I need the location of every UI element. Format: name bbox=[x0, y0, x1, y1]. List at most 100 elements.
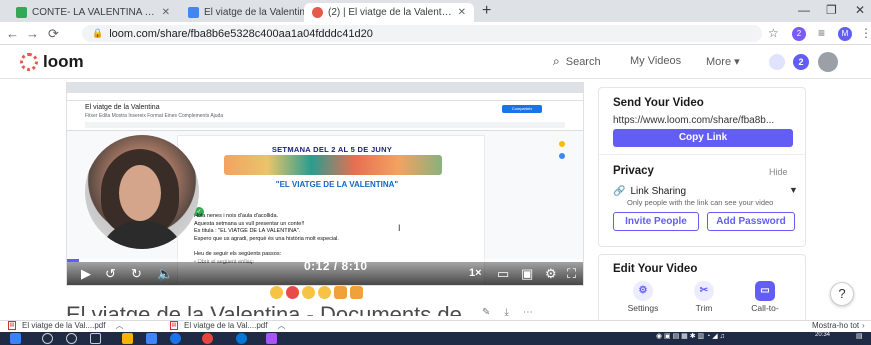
address-bar: ← → ⟳ 🔒 loom.com/share/fba8b6e5328c400aa… bbox=[0, 22, 871, 45]
forward-icon[interactable]: ↻ bbox=[131, 266, 142, 282]
tab-loom[interactable]: (2) | El viatge de la Valentina - Di ✕ bbox=[304, 3, 474, 22]
recorded-docs-toolbar: El viatge de la Valentina Fitxer Edita M… bbox=[67, 101, 583, 131]
avatar[interactable] bbox=[818, 52, 838, 72]
notification-center-icon[interactable]: ▤ bbox=[856, 332, 863, 340]
clock-time: 20:34 bbox=[815, 332, 831, 338]
smile-emoji-icon[interactable] bbox=[270, 286, 283, 299]
chrome-active-icon[interactable] bbox=[202, 333, 213, 344]
help-button[interactable]: ? bbox=[830, 282, 854, 306]
chevron-up-icon[interactable]: ︿ bbox=[115, 320, 123, 331]
download-item[interactable]: ▤ El viatge de la Val....pdf ︿ bbox=[8, 320, 123, 331]
link-sharing-select[interactable]: 🔗 Link Sharing bbox=[613, 186, 686, 197]
settings-icon[interactable]: ⚙ bbox=[545, 266, 557, 282]
download-filename: El viatge de la Val....pdf bbox=[22, 321, 106, 330]
miniplayer-icon[interactable]: ▣ bbox=[521, 266, 533, 282]
video-player[interactable]: El viatge de la Valentina Fitxer Edita M… bbox=[66, 82, 584, 286]
lock-icon: 🔒 bbox=[92, 28, 104, 38]
settings-tool-label[interactable]: Settings bbox=[618, 303, 668, 313]
privacy-heading: Privacy bbox=[613, 165, 654, 177]
downloads-bar: ▤ El viatge de la Val....pdf ︿ ▤ El viat… bbox=[0, 320, 871, 332]
my-videos-link[interactable]: My Videos bbox=[630, 55, 681, 67]
windows-start-icon[interactable] bbox=[10, 333, 21, 344]
more-menu[interactable]: More ▾ bbox=[706, 55, 740, 68]
captions-icon[interactable]: ▭ bbox=[497, 266, 509, 282]
cta-icon[interactable]: ▭ bbox=[755, 281, 775, 301]
url-field[interactable]: 🔒 loom.com/share/fba8b6e5328c400aa1a04fd… bbox=[82, 25, 762, 42]
share-panel-heading: Send Your Video bbox=[613, 97, 704, 109]
copy-link-button[interactable]: Copy Link bbox=[613, 129, 793, 147]
back-icon[interactable]: ← bbox=[6, 26, 19, 41]
chrome-icon[interactable] bbox=[170, 333, 181, 344]
link-icon: 🔗 bbox=[613, 186, 626, 197]
download-filename: El viatge de la Val....pdf bbox=[184, 321, 268, 330]
reload-icon[interactable]: ⟳ bbox=[48, 26, 59, 42]
edge-icon[interactable] bbox=[236, 333, 247, 344]
link-sharing-label: Link Sharing bbox=[630, 186, 687, 197]
close-icon[interactable]: ✕ bbox=[458, 7, 466, 18]
close-icon[interactable]: ✕ bbox=[162, 7, 170, 18]
minimize-icon[interactable]: — bbox=[798, 3, 810, 17]
close-window-icon[interactable]: ✕ bbox=[855, 3, 865, 17]
show-all-downloads-button[interactable]: Mostra-ho tot bbox=[812, 321, 859, 330]
search-icon[interactable] bbox=[42, 333, 53, 344]
extension-badge-icon[interactable]: 2 bbox=[792, 27, 806, 41]
hands-emoji-icon[interactable] bbox=[318, 286, 331, 299]
profile-icon[interactable]: M bbox=[838, 27, 852, 41]
reading-list-icon[interactable]: ≡ bbox=[818, 26, 825, 40]
search-icon: ⌕ bbox=[553, 54, 560, 68]
children-banner-image bbox=[224, 155, 442, 175]
chevron-down-icon[interactable]: ▼ bbox=[789, 185, 798, 195]
task-view-icon[interactable] bbox=[90, 333, 101, 344]
loom-header: loom ⌕ Search My Videos More ▾ 2 bbox=[0, 45, 871, 79]
cortana-icon[interactable] bbox=[66, 333, 77, 344]
close-icon[interactable]: › bbox=[862, 321, 865, 330]
share-url[interactable]: https://www.loom.com/share/fba8b... bbox=[613, 115, 774, 126]
file-explorer-icon[interactable] bbox=[122, 333, 133, 344]
notifications-icon[interactable]: 2 bbox=[793, 54, 809, 70]
download-icon[interactable]: ⤓ bbox=[504, 307, 508, 318]
star-icon[interactable]: ☆ bbox=[768, 26, 779, 40]
maximize-icon[interactable]: ❐ bbox=[826, 3, 837, 17]
chevron-up-icon[interactable]: ︿ bbox=[277, 320, 285, 331]
tab-conte[interactable]: CONTE- LA VALENTINA VA DE V ✕ bbox=[8, 3, 178, 22]
doc-line: Hola nenes i nois d'aula d'acollida. bbox=[194, 213, 279, 219]
rewind-icon[interactable]: ↺ bbox=[105, 266, 116, 282]
link-sharing-note: Only people with the link can see your v… bbox=[627, 198, 774, 207]
mail-icon[interactable] bbox=[146, 333, 157, 344]
volume-icon[interactable]: 🔈 bbox=[157, 266, 173, 282]
gear-icon[interactable]: ⚙ bbox=[633, 281, 653, 301]
clock: 20:34 bbox=[815, 332, 830, 339]
invite-people-button[interactable]: Invite People bbox=[613, 212, 699, 231]
download-item[interactable]: ▤ El viatge de la Val....pdf ︿ bbox=[170, 320, 285, 331]
text-cursor-icon: I bbox=[398, 223, 401, 233]
search-button[interactable]: ⌕ Search bbox=[553, 54, 601, 69]
speed-button[interactable]: 1× bbox=[469, 267, 482, 279]
play-icon[interactable]: ▶ bbox=[81, 266, 91, 282]
laugh-emoji-icon[interactable] bbox=[302, 286, 315, 299]
pdf-icon: ▤ bbox=[170, 321, 178, 330]
menu-icon[interactable]: ⋮ bbox=[860, 26, 871, 40]
tab-label: (2) | El viatge de la Valentina - Di bbox=[328, 7, 452, 18]
loom-logo[interactable]: loom bbox=[20, 52, 84, 72]
app-icon[interactable] bbox=[266, 333, 277, 344]
hide-privacy-button[interactable]: Hide bbox=[769, 167, 788, 177]
tray-icons[interactable]: ◉ ▣ ▤ ▦ ✱ ▥ ◔ ◢ ♫ bbox=[656, 332, 725, 340]
fullscreen-icon[interactable]: ⛶ bbox=[567, 266, 576, 282]
record-icon[interactable] bbox=[769, 54, 785, 70]
more-icon[interactable]: ⋯ bbox=[523, 307, 533, 318]
new-tab-button[interactable]: + bbox=[482, 2, 491, 20]
doc-line: Es titula : "EL VIATGE DE LA VALENTINA". bbox=[194, 228, 301, 235]
thumbs-up-emoji-icon[interactable] bbox=[334, 286, 347, 299]
heart-eyes-emoji-icon[interactable] bbox=[286, 286, 299, 299]
thumbs-down-emoji-icon[interactable] bbox=[350, 286, 363, 299]
forward-icon[interactable]: → bbox=[26, 26, 39, 41]
cta-tool-label[interactable]: Call-to- bbox=[740, 303, 790, 313]
doc-line bbox=[194, 243, 484, 251]
doc-line: Heu de seguir els següents passos: bbox=[194, 250, 282, 257]
scissors-icon[interactable]: ✂ bbox=[694, 281, 714, 301]
edit-icon[interactable]: ✎ bbox=[482, 307, 490, 318]
add-password-button[interactable]: Add Password bbox=[707, 212, 795, 231]
trim-tool-label[interactable]: Trim bbox=[679, 303, 729, 313]
timecode: 0:12 / 8:10 bbox=[304, 259, 368, 273]
video-title[interactable]: El viatge de la Valentina - Documents de bbox=[66, 302, 486, 316]
